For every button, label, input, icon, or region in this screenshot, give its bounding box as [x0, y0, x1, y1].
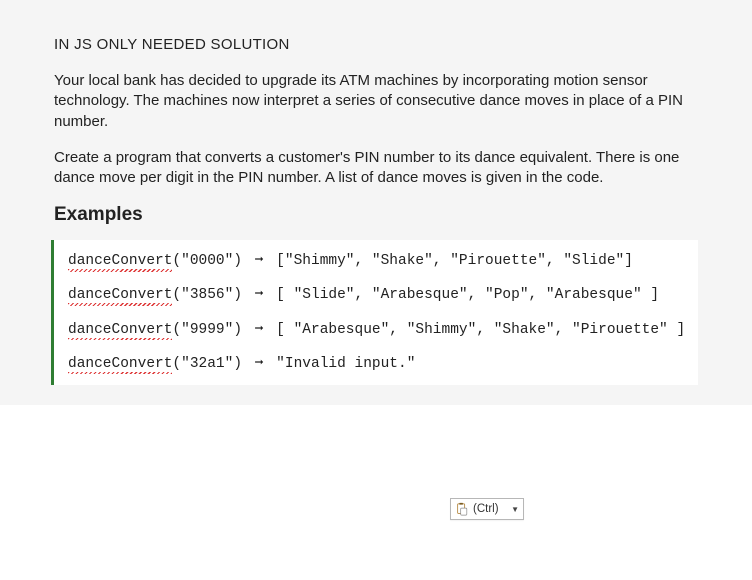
- paste-options-button[interactable]: (Ctrl) ▼: [450, 498, 524, 520]
- example-3: danceConvert("9999") ➞ [ "Arabesque", "S…: [68, 321, 686, 339]
- chevron-down-icon: ▼: [511, 505, 519, 514]
- intro-paragraph-2: Create a program that converts a custome…: [54, 148, 698, 189]
- paste-label: (Ctrl): [473, 503, 499, 515]
- fn-name: danceConvert: [68, 286, 172, 304]
- example-2: danceConvert("3856") ➞ [ "Slide", "Arabe…: [68, 286, 686, 304]
- example-3-out: [ "Arabesque", "Shimmy", "Shake", "Pirou…: [267, 322, 685, 338]
- example-2-arg: ("3856"): [172, 287, 242, 303]
- example-4-arg: ("32a1"): [172, 356, 242, 372]
- fn-name: danceConvert: [68, 321, 172, 339]
- fn-name: danceConvert: [68, 355, 172, 373]
- arrow-icon: ➞: [255, 321, 264, 339]
- example-1: danceConvert("0000") ➞ ["Shimmy", "Shake…: [68, 252, 686, 270]
- code-examples: danceConvert("0000") ➞ ["Shimmy", "Shake…: [51, 240, 698, 385]
- example-1-out: ["Shimmy", "Shake", "Pirouette", "Slide"…: [267, 253, 632, 269]
- arrow-icon: ➞: [255, 286, 264, 304]
- arrow-icon: ➞: [255, 355, 264, 373]
- example-4-out: "Invalid input.": [267, 356, 415, 372]
- paste-icon: [455, 502, 469, 516]
- intro-paragraph-1: Your local bank has decided to upgrade i…: [54, 71, 698, 132]
- arrow-icon: ➞: [255, 252, 264, 270]
- examples-heading: Examples: [54, 204, 698, 226]
- fn-name: danceConvert: [68, 252, 172, 270]
- title-line: IN JS ONLY NEEDED SOLUTION: [54, 36, 698, 53]
- example-1-arg: ("0000"): [172, 253, 242, 269]
- example-4: danceConvert("32a1") ➞ "Invalid input.": [68, 355, 686, 373]
- example-3-arg: ("9999"): [172, 322, 242, 338]
- problem-content: IN JS ONLY NEEDED SOLUTION Your local ba…: [0, 0, 752, 405]
- example-2-out: [ "Slide", "Arabesque", "Pop", "Arabesqu…: [267, 287, 659, 303]
